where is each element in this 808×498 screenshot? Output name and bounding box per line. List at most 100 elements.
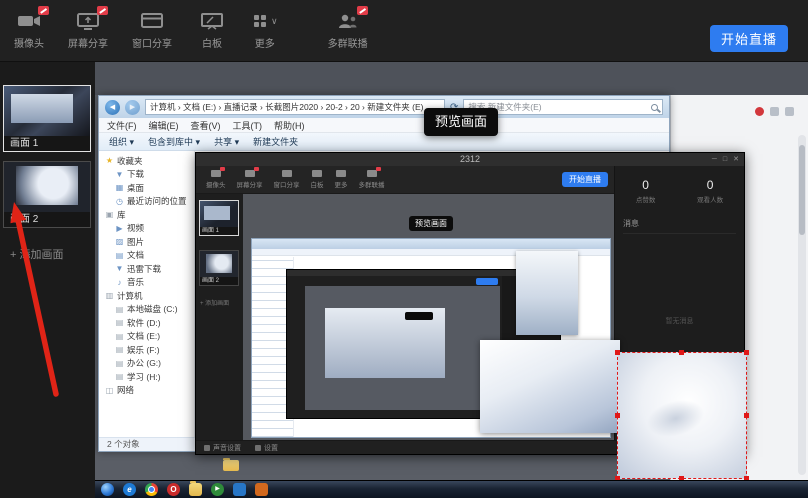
minimize-icon: ─ — [712, 153, 717, 166]
drive-icon: ▤ — [115, 318, 124, 327]
tree-label: 音乐 — [127, 276, 144, 288]
photo-preview — [480, 340, 620, 433]
menu-tools[interactable]: 工具(T) — [233, 119, 263, 132]
tree-item[interactable]: ▤娱乐 (F:) — [99, 343, 194, 357]
organize-button[interactable]: 组织 ▾ — [109, 135, 134, 148]
videos-icon: ▶ — [115, 224, 124, 233]
messages-empty-placeholder: 暂无消息 — [615, 316, 744, 326]
nested-l3-start-button — [476, 278, 498, 285]
nested-whiteboard-tool: 白板 — [311, 170, 324, 193]
resize-handle-ne[interactable] — [744, 350, 749, 355]
likes-label: 点赞数 — [636, 194, 656, 204]
tree-item[interactable]: ▤软件 (D:) — [99, 316, 194, 330]
tree-item[interactable]: ▦桌面 — [99, 181, 194, 195]
add-screen-button[interactable]: + 添加画面 — [10, 246, 63, 262]
tree-item[interactable]: ▣库 — [99, 208, 194, 222]
address-bar[interactable]: 计算机 › 文档 (E:) › 直播记录 › 长截图片2020 › 20-2 ›… — [145, 99, 445, 115]
likes-stat: 0点赞数 — [636, 178, 656, 204]
menu-file[interactable]: 文件(F) — [107, 119, 137, 132]
start-live-button[interactable]: 开始直播 — [710, 25, 788, 52]
tree-item[interactable]: ▤本地磁盘 (C:) — [99, 303, 194, 317]
tree-item[interactable]: ▼迅雷下载 — [99, 262, 194, 276]
camera-tool-button[interactable]: 摄像头 — [14, 11, 44, 50]
resize-handle-nw[interactable] — [615, 350, 620, 355]
tree-label: 计算机 — [117, 290, 143, 302]
close-icon: ✕ — [733, 153, 739, 166]
screen-2-thumbnail[interactable]: 画面 2 — [3, 161, 91, 228]
tree-item[interactable]: ◷最近访问的位置 — [99, 195, 194, 209]
tree-item[interactable]: ▨图片 — [99, 235, 194, 249]
tool-label: 摄像头 — [14, 35, 44, 50]
app-icon[interactable] — [255, 483, 268, 496]
share-button[interactable]: 共享 ▾ — [214, 135, 239, 148]
tree-item[interactable]: ▶视频 — [99, 222, 194, 236]
pictures-icon: ▨ — [115, 237, 124, 246]
tree-label: 桌面 — [127, 182, 144, 194]
window-share-tool-button[interactable]: 窗口分享 — [132, 11, 172, 50]
music-icon: ♪ — [115, 278, 124, 287]
item-count: 2 个对象 — [107, 439, 140, 449]
menu-view[interactable]: 查看(V) — [191, 119, 221, 132]
window-share-icon — [140, 11, 164, 31]
tree-label: 库 — [117, 209, 126, 221]
back-button[interactable]: ◀ — [105, 100, 120, 115]
resize-handle-w[interactable] — [615, 413, 620, 418]
badge — [220, 167, 225, 171]
selected-source-box[interactable] — [617, 352, 747, 479]
resize-handle-e[interactable] — [744, 413, 749, 418]
screen-share-icon — [76, 11, 100, 31]
preview-canvas[interactable]: ◀ ▶ 计算机 › 文档 (E:) › 直播记录 › 长截图片2020 › 20… — [95, 62, 808, 480]
scrollbar[interactable] — [798, 135, 806, 475]
tree-item[interactable]: ▼下载 — [99, 168, 194, 182]
background-window-icons — [755, 107, 794, 116]
photo-thumbnail — [516, 251, 578, 335]
explorer-taskbar-icon[interactable] — [189, 483, 202, 496]
new-folder-button[interactable]: 新建文件夹 — [253, 135, 298, 148]
multicast-tool-button[interactable]: 多群联播 — [328, 11, 368, 50]
opera-icon[interactable]: O — [167, 483, 180, 496]
speaker-icon — [204, 445, 210, 451]
scrollbar-thumb[interactable] — [799, 145, 805, 235]
tree-label: 学习 (H:) — [127, 371, 161, 383]
tree-item[interactable]: ♪音乐 — [99, 276, 194, 290]
tree-item[interactable]: ◫网络 — [99, 384, 194, 398]
resize-handle-n[interactable] — [679, 350, 684, 355]
ie-icon[interactable]: e — [123, 483, 136, 496]
drive-icon: ▤ — [115, 332, 124, 341]
chat-app-icon[interactable] — [233, 483, 246, 496]
desktop-background — [95, 62, 808, 95]
multicast-badge — [357, 6, 368, 15]
menu-edit[interactable]: 编辑(E) — [149, 119, 179, 132]
drive-icon: ▤ — [115, 372, 124, 381]
tree-item[interactable]: ▤办公 (G:) — [99, 357, 194, 371]
nested-camera-tool: 摄像头 — [206, 170, 226, 193]
nested-multicast-tool: 多群联播 — [359, 170, 385, 193]
tree-item[interactable]: ▤文档 (E:) — [99, 330, 194, 344]
nested-screen-share-tool: 屏幕分享 — [237, 170, 263, 193]
screen-1-preview-image — [4, 86, 90, 136]
forward-button[interactable]: ▶ — [125, 100, 140, 115]
tree-item[interactable]: ▤学习 (H:) — [99, 370, 194, 384]
include-in-library-button[interactable]: 包含到库中 ▾ — [148, 135, 200, 148]
media-player-icon[interactable]: ▶ — [211, 483, 224, 496]
screen-share-tool-button[interactable]: 屏幕分享 — [68, 11, 108, 50]
nested-start-live-button: 开始直播 — [562, 172, 608, 187]
chrome-icon[interactable] — [145, 483, 158, 496]
menu-help[interactable]: 帮助(H) — [274, 119, 305, 132]
red-dot-icon — [755, 107, 764, 116]
more-grid-icon — [336, 170, 346, 177]
screen-share-badge — [97, 6, 108, 15]
tree-label: 下载 — [127, 168, 144, 180]
nested-footer-bar: 声音设置 设置 — [196, 440, 616, 454]
more-tool-button[interactable]: ∨ 更多 — [252, 11, 278, 50]
tree-label: 文档 — [127, 249, 144, 261]
tree-item[interactable]: ▥计算机 — [99, 289, 194, 303]
whiteboard-tool-button[interactable]: 白板 — [200, 11, 224, 50]
tool-label: 白板 — [202, 35, 222, 50]
tree-item[interactable]: ★收藏夹 — [99, 154, 194, 168]
screen-1-thumbnail[interactable]: 画面 1 — [3, 85, 91, 152]
whiteboard-icon — [200, 11, 224, 31]
tree-item[interactable]: ▤文档 — [99, 249, 194, 263]
start-orb-button[interactable] — [101, 483, 114, 496]
main-toolbar: 摄像头 屏幕分享 窗口分享 白板 ∨ 更多 — [0, 0, 808, 62]
